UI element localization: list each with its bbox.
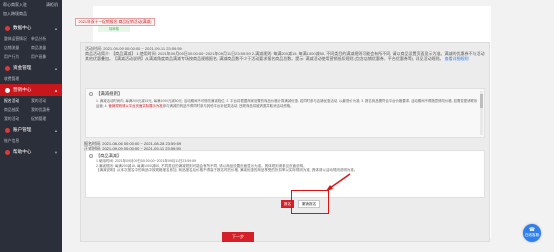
next-step-button[interactable]: 下一步 — [222, 232, 254, 242]
rules-text: 1. 满减活动时间内, 每满200元减15元, 每满1000元减50元, 活动期… — [96, 99, 480, 108]
rules-block: 【满减规则】 1. 满减活动时间内, 每满200元减15元, 每满1000元减5… — [85, 88, 485, 138]
sidebar-section-account[interactable]: 账户管理 ▲ — [0, 124, 62, 136]
sidebar-item[interactable]: 账户信息 — [4, 137, 31, 145]
sidebar-section-label: 账户管理 — [13, 127, 32, 132]
sidebar-group-finance: 收费管理 — [0, 74, 62, 84]
sidebar-row-label: 帮心商家入驻 — [3, 1, 27, 7]
sidebar-item[interactable]: 收费管理 — [4, 75, 31, 83]
sidebar-item[interactable]: 整体运营情况 — [4, 35, 31, 43]
sidebar-group-data: 整体运营情况 单品分析 店铺流量 商品流量 用户行为 用户画像 — [0, 34, 62, 62]
promo-line: 【满减说明】从本次报名中的商品中按规格报名参加, 商品报名后价格不得高于报名时的… — [96, 168, 480, 173]
rules-highlight: 营销规则请以平台页面实际展示为准 — [108, 103, 163, 108]
customer-service-label: 在线客服 — [524, 233, 540, 237]
sidebar-row-label: 加入跨境商品 — [3, 10, 27, 16]
user-icon — [5, 127, 10, 133]
sidebar-item[interactable]: 我的优惠券 — [31, 106, 58, 114]
scrollbar-thumb[interactable] — [480, 94, 483, 108]
promo-block: 【商品满减】 1.使用时间: 2021年09月09日00:00:00~2021年… — [85, 150, 485, 198]
sidebar-item[interactable]: 报名活动 — [4, 97, 31, 105]
sidebar-section-label: 营销中心 — [13, 87, 32, 92]
sidebar-section-label: 数据中心 — [13, 25, 32, 30]
sidebar-group-account: 账户信息 — [0, 136, 62, 146]
sidebar-item[interactable]: 商品抽奖 — [4, 106, 31, 114]
sidebar-row-merchant[interactable]: 帮心商家入驻 清柜机 — [0, 0, 62, 9]
rules-title: 【满减规则】 — [96, 91, 123, 96]
rules-radio[interactable] — [89, 92, 93, 96]
sidebar-section-help[interactable]: 帮助中心 ▼ — [0, 146, 62, 158]
sidebar-item[interactable]: 我的活动 — [4, 115, 31, 123]
chevron-up-icon: ▲ — [54, 25, 58, 31]
sidebar-row-cross-border[interactable]: 加入跨境商品 — [0, 9, 62, 18]
activity-tab[interactable]: 2021年双十一促销报名-商品促销活动(满减) — [75, 18, 155, 26]
help-icon — [5, 149, 10, 155]
sidebar-item[interactable]: 单品分析 — [31, 35, 58, 43]
rules-scrollbar[interactable] — [480, 91, 483, 135]
chevron-up-icon: ▲ — [54, 65, 58, 71]
sidebar-item[interactable]: 促销管理 — [31, 115, 58, 123]
sidebar-section-label: 帮助中心 — [13, 149, 32, 154]
activity-description-text: 商品活动简介: 【商品满减】 1.使用时间: 2021年09月09日00:00:… — [85, 51, 485, 61]
chevron-up-icon: ▲ — [54, 127, 58, 133]
annotation-arrow-icon — [326, 173, 351, 191]
wallet-icon — [5, 65, 10, 71]
promo-line-prefix: 【满减说明】 — [96, 168, 117, 173]
sidebar-section-finance[interactable]: 资金管理 ▲ — [0, 62, 62, 74]
sidebar-section-label: 资金管理 — [13, 65, 32, 70]
view-rules-link[interactable]: 查看详细规则 — [445, 56, 469, 61]
sidebar-row-label: 清柜机 — [46, 1, 58, 7]
status-badge: 待审核 — [98, 26, 130, 32]
sidebar-group-marketing: 报名活动 我的活动 商品抽奖 我的优惠券 我的活动 促销管理 — [0, 96, 62, 124]
sidebar-item[interactable]: 店铺流量 — [4, 44, 31, 52]
chevron-up-icon: ▲ — [54, 87, 58, 93]
sidebar-section-marketing[interactable]: 营销中心 ▲ — [0, 84, 62, 96]
megaphone-icon — [5, 87, 10, 93]
activity-description: 商品活动简介: 【商品满减】 1.使用时间: 2021年09月09日00:00:… — [85, 51, 485, 66]
sidebar-item[interactable]: 用户行为 — [4, 53, 31, 61]
sidebar-item[interactable]: 我的活动 — [31, 97, 58, 105]
sidebar-section-data[interactable]: 数据中心 ▲ — [0, 22, 62, 34]
customer-service-button[interactable]: ☎ 在线客服 — [523, 224, 541, 242]
sidebar: 帮心商家入驻 清柜机 加入跨境商品 数据中心 ▲ 整体运营情况 单品分析 店铺流量… — [0, 0, 62, 252]
chart-icon — [5, 25, 10, 31]
chevron-down-icon: ▼ — [54, 149, 58, 155]
sidebar-item[interactable]: 用户画像 — [31, 53, 58, 61]
sidebar-item[interactable]: 商品流量 — [31, 44, 58, 52]
promo-radio[interactable] — [89, 154, 93, 158]
rules-text-part: 参与满减的商品不得同时参与其他平台补贴类活动, 违规商品将被清退并取消活动资格。 — [162, 103, 294, 108]
